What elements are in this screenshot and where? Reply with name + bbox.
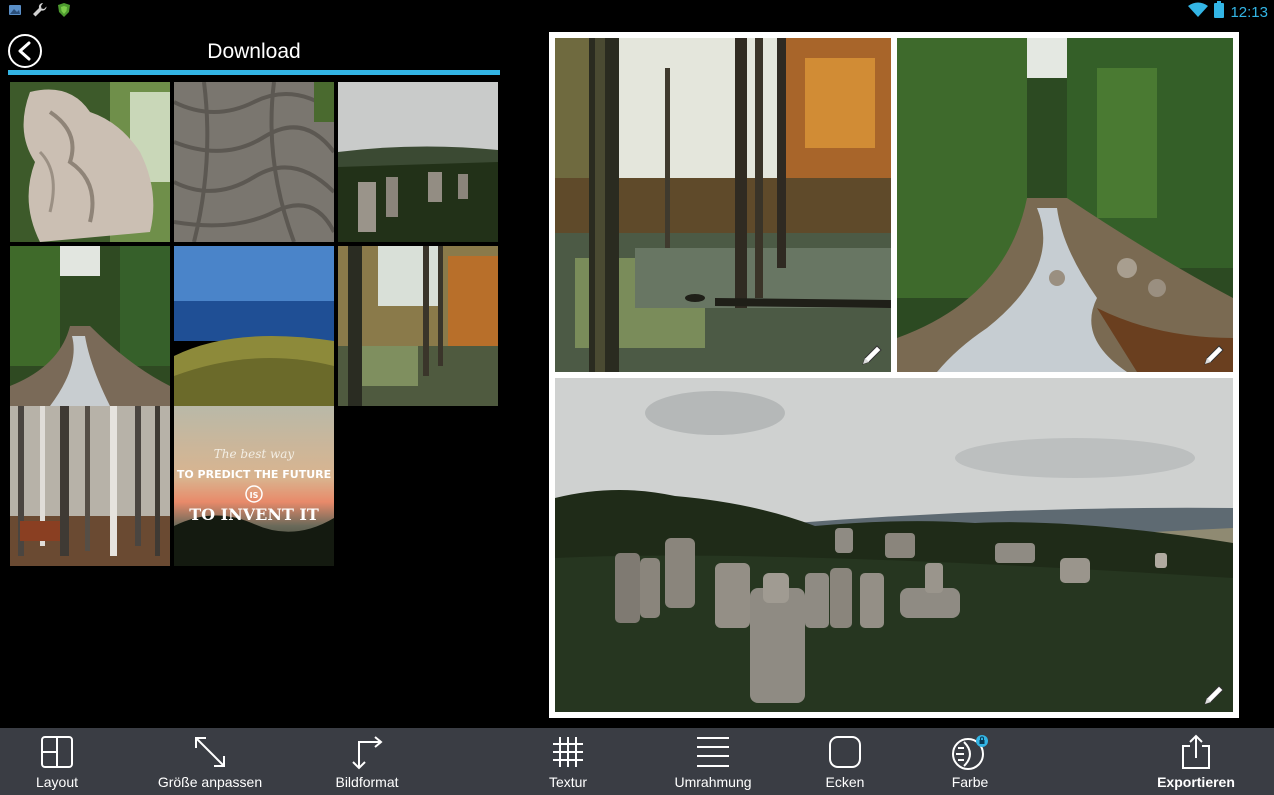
color-label: Farbe: [951, 774, 989, 790]
clock: 12:13: [1230, 3, 1268, 21]
collage-cell-autumn-swamp[interactable]: [555, 38, 891, 372]
bottom-toolbar: Layout Größe anpassen Bildformat Textur …: [0, 728, 1274, 795]
thumbnail-birch-forest[interactable]: [10, 406, 170, 566]
export-button[interactable]: Exportieren: [1152, 728, 1240, 795]
resize-label: Größe anpassen: [157, 774, 263, 790]
corners-button[interactable]: Ecken: [815, 728, 875, 795]
wrench-icon: [32, 2, 48, 23]
thumbnail-autumn-swamp[interactable]: [338, 246, 498, 406]
share-export-icon: [1176, 734, 1216, 770]
battery-icon: [1214, 1, 1225, 23]
edit-pencil-icon[interactable]: [1201, 682, 1227, 708]
texture-label: Textur: [548, 774, 588, 790]
frame-button[interactable]: Umrahmung: [663, 728, 763, 795]
thumbnail-rocks-panorama[interactable]: [338, 82, 498, 242]
quote-line-3: IS: [250, 491, 259, 500]
layout-icon: [37, 734, 77, 770]
resize-icon: [190, 734, 230, 770]
quote-line-4: TO INVENT IT: [189, 505, 319, 524]
edit-pencil-icon[interactable]: [859, 342, 885, 368]
image-format-button[interactable]: Bildformat: [327, 728, 407, 795]
corners-label: Ecken: [825, 774, 865, 790]
texture-button[interactable]: Textur: [538, 728, 598, 795]
collage-canvas: [549, 32, 1239, 718]
layout-button[interactable]: Layout: [27, 728, 87, 795]
image-format-label: Bildformat: [335, 774, 399, 790]
collage-cell-rocks-panorama[interactable]: [555, 378, 1233, 712]
edit-pencil-icon[interactable]: [1201, 342, 1227, 368]
layout-label: Layout: [35, 774, 79, 790]
texture-grid-icon: [548, 734, 588, 770]
frame-lines-icon: [693, 734, 733, 770]
status-bar: 12:13: [0, 0, 1274, 22]
gallery-header: Download: [8, 32, 500, 74]
wifi-icon: [1188, 2, 1209, 23]
thumbnail-sea-view[interactable]: [174, 246, 334, 406]
thumbnail-roots[interactable]: [174, 82, 334, 242]
quote-line-2: TO PREDICT THE FUTURE: [177, 468, 331, 481]
color-icon: [950, 734, 990, 770]
thumbnail-statue[interactable]: [10, 82, 170, 242]
title-underline: [8, 70, 500, 75]
collage-cell-forest-river[interactable]: [897, 38, 1233, 372]
color-button[interactable]: Farbe: [940, 728, 1000, 795]
export-label: Exportieren: [1157, 774, 1235, 790]
thumbnail-forest-river[interactable]: [10, 246, 170, 406]
frame-label: Umrahmung: [674, 774, 752, 790]
aspect-ratio-icon: [347, 734, 387, 770]
quote-line-1: The best way: [214, 447, 295, 461]
gallery-icon: [8, 3, 22, 22]
gallery-title: Download: [207, 40, 301, 63]
resize-button[interactable]: Größe anpassen: [150, 728, 270, 795]
shield-icon: [58, 3, 70, 22]
thumbnail-quote-poster[interactable]: The best way TO PREDICT THE FUTURE IS TO…: [174, 406, 334, 566]
corners-icon: [825, 734, 865, 770]
